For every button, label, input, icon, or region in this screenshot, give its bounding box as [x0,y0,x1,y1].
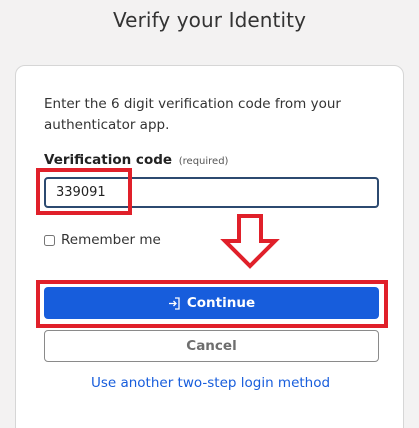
remember-me-checkbox[interactable] [44,234,55,246]
cancel-button[interactable]: Cancel [44,330,379,362]
alternate-login-method-link[interactable]: Use another two-step login method [16,375,405,391]
page-title: Verify your Identity [112,8,307,32]
sign-in-icon [168,296,180,310]
verification-card: Enter the 6 digit verification code from… [15,65,404,428]
remember-me-label: Remember me [61,232,161,248]
instructions-text: Enter the 6 digit verification code from… [44,96,341,133]
remember-me-option[interactable]: Remember me [44,232,161,248]
verification-code-label: Verification code (required) [44,152,228,168]
verify-identity-page: Verify your Identity Enter the 6 digit v… [0,0,419,428]
verification-code-label-text: Verification code [44,152,173,168]
required-indicator: (required) [178,156,229,167]
continue-button[interactable]: Continue [44,287,379,319]
continue-button-label: Continue [186,295,256,311]
verification-code-input[interactable] [44,177,379,208]
